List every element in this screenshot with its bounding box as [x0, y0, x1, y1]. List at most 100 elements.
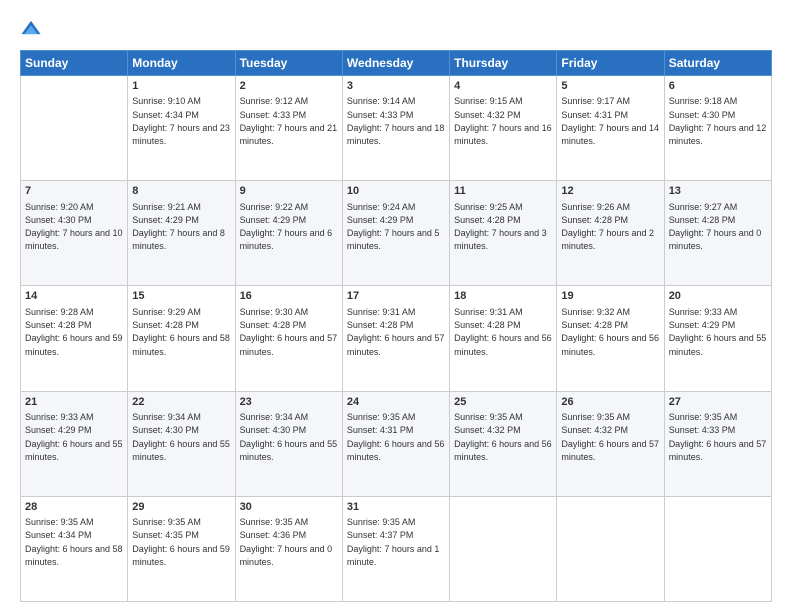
day-number: 14 [25, 289, 123, 304]
day-number: 4 [454, 79, 552, 94]
calendar-cell: 4 Sunrise: 9:15 AMSunset: 4:32 PMDaylight… [450, 76, 557, 181]
calendar-cell [21, 76, 128, 181]
day-info: Sunrise: 9:27 AMSunset: 4:28 PMDaylight:… [669, 202, 762, 252]
day-info: Sunrise: 9:15 AMSunset: 4:32 PMDaylight:… [454, 96, 552, 146]
day-number: 24 [347, 395, 445, 410]
day-info: Sunrise: 9:35 AMSunset: 4:32 PMDaylight:… [561, 412, 659, 462]
calendar-cell: 18Sunrise: 9:31 AMSunset: 4:28 PMDayligh… [450, 286, 557, 391]
week-row-1: 7 Sunrise: 9:20 AMSunset: 4:30 PMDaylight… [21, 181, 772, 286]
day-info: Sunrise: 9:18 AMSunset: 4:30 PMDaylight:… [669, 96, 767, 146]
calendar-cell: 3 Sunrise: 9:14 AMSunset: 4:33 PMDaylight… [342, 76, 449, 181]
col-header-friday: Friday [557, 51, 664, 76]
day-number: 22 [132, 395, 230, 410]
day-number: 20 [669, 289, 767, 304]
day-number: 29 [132, 500, 230, 515]
col-header-thursday: Thursday [450, 51, 557, 76]
day-info: Sunrise: 9:30 AMSunset: 4:28 PMDaylight:… [240, 307, 338, 357]
calendar-cell: 25Sunrise: 9:35 AMSunset: 4:32 PMDayligh… [450, 391, 557, 496]
calendar-cell: 16 Sunrise: 9:30 AMSunset: 4:28 PMDayligh… [235, 286, 342, 391]
day-info: Sunrise: 9:35 AMSunset: 4:37 PMDaylight:… [347, 517, 440, 567]
day-number: 11 [454, 184, 552, 199]
day-info: Sunrise: 9:35 AMSunset: 4:32 PMDaylight:… [454, 412, 552, 462]
day-number: 28 [25, 500, 123, 515]
day-info: Sunrise: 9:20 AMSunset: 4:30 PMDaylight:… [25, 202, 123, 252]
day-info: Sunrise: 9:17 AMSunset: 4:31 PMDaylight:… [561, 96, 659, 146]
day-number: 2 [240, 79, 338, 94]
day-info: Sunrise: 9:21 AMSunset: 4:29 PMDaylight:… [132, 202, 225, 252]
calendar-table: SundayMondayTuesdayWednesdayThursdayFrid… [20, 50, 772, 602]
day-info: Sunrise: 9:35 AMSunset: 4:33 PMDaylight:… [669, 412, 767, 462]
day-info: Sunrise: 9:29 AMSunset: 4:28 PMDaylight:… [132, 307, 230, 357]
day-number: 16 [240, 289, 338, 304]
day-number: 3 [347, 79, 445, 94]
day-info: Sunrise: 9:24 AMSunset: 4:29 PMDaylight:… [347, 202, 440, 252]
day-number: 10 [347, 184, 445, 199]
calendar-cell: 24 Sunrise: 9:35 AMSunset: 4:31 PMDayligh… [342, 391, 449, 496]
week-row-2: 14 Sunrise: 9:28 AMSunset: 4:28 PMDayligh… [21, 286, 772, 391]
day-number: 21 [25, 395, 123, 410]
calendar-cell: 9 Sunrise: 9:22 AMSunset: 4:29 PMDaylight… [235, 181, 342, 286]
day-info: Sunrise: 9:26 AMSunset: 4:28 PMDaylight:… [561, 202, 654, 252]
calendar-cell: 21 Sunrise: 9:33 AMSunset: 4:29 PMDayligh… [21, 391, 128, 496]
calendar-cell: 30 Sunrise: 9:35 AMSunset: 4:36 PMDayligh… [235, 496, 342, 601]
calendar-cell: 22 Sunrise: 9:34 AMSunset: 4:30 PMDayligh… [128, 391, 235, 496]
day-info: Sunrise: 9:31 AMSunset: 4:28 PMDaylight:… [454, 307, 552, 357]
calendar-cell: 5 Sunrise: 9:17 AMSunset: 4:31 PMDaylight… [557, 76, 664, 181]
day-info: Sunrise: 9:33 AMSunset: 4:29 PMDaylight:… [669, 307, 767, 357]
calendar-cell: 19Sunrise: 9:32 AMSunset: 4:28 PMDayligh… [557, 286, 664, 391]
day-info: Sunrise: 9:32 AMSunset: 4:28 PMDaylight:… [561, 307, 659, 357]
day-number: 26 [561, 395, 659, 410]
calendar-cell [450, 496, 557, 601]
calendar-cell: 10 Sunrise: 9:24 AMSunset: 4:29 PMDayligh… [342, 181, 449, 286]
day-number: 31 [347, 500, 445, 515]
day-info: Sunrise: 9:28 AMSunset: 4:28 PMDaylight:… [25, 307, 123, 357]
day-number: 15 [132, 289, 230, 304]
col-header-saturday: Saturday [664, 51, 771, 76]
week-row-4: 28 Sunrise: 9:35 AMSunset: 4:34 PMDayligh… [21, 496, 772, 601]
day-number: 6 [669, 79, 767, 94]
calendar-cell: 8 Sunrise: 9:21 AMSunset: 4:29 PMDaylight… [128, 181, 235, 286]
calendar-cell: 17 Sunrise: 9:31 AMSunset: 4:28 PMDayligh… [342, 286, 449, 391]
day-number: 17 [347, 289, 445, 304]
day-number: 9 [240, 184, 338, 199]
day-number: 5 [561, 79, 659, 94]
logo [20, 18, 46, 40]
calendar-cell: 15 Sunrise: 9:29 AMSunset: 4:28 PMDayligh… [128, 286, 235, 391]
header [20, 18, 772, 40]
day-number: 13 [669, 184, 767, 199]
calendar-cell: 1Sunrise: 9:10 AMSunset: 4:34 PMDaylight… [128, 76, 235, 181]
col-header-sunday: Sunday [21, 51, 128, 76]
day-info: Sunrise: 9:14 AMSunset: 4:33 PMDaylight:… [347, 96, 445, 146]
calendar-cell [557, 496, 664, 601]
column-header-row: SundayMondayTuesdayWednesdayThursdayFrid… [21, 51, 772, 76]
day-info: Sunrise: 9:35 AMSunset: 4:36 PMDaylight:… [240, 517, 333, 567]
day-number: 8 [132, 184, 230, 199]
day-info: Sunrise: 9:35 AMSunset: 4:31 PMDaylight:… [347, 412, 445, 462]
col-header-tuesday: Tuesday [235, 51, 342, 76]
day-number: 27 [669, 395, 767, 410]
col-header-wednesday: Wednesday [342, 51, 449, 76]
calendar-cell: 29Sunrise: 9:35 AMSunset: 4:35 PMDayligh… [128, 496, 235, 601]
calendar-cell: 26 Sunrise: 9:35 AMSunset: 4:32 PMDayligh… [557, 391, 664, 496]
day-info: Sunrise: 9:34 AMSunset: 4:30 PMDaylight:… [240, 412, 338, 462]
calendar-cell: 27 Sunrise: 9:35 AMSunset: 4:33 PMDayligh… [664, 391, 771, 496]
day-info: Sunrise: 9:33 AMSunset: 4:29 PMDaylight:… [25, 412, 123, 462]
day-info: Sunrise: 9:34 AMSunset: 4:30 PMDaylight:… [132, 412, 230, 462]
calendar-cell: 12Sunrise: 9:26 AMSunset: 4:28 PMDayligh… [557, 181, 664, 286]
day-info: Sunrise: 9:22 AMSunset: 4:29 PMDaylight:… [240, 202, 333, 252]
calendar-cell: 28 Sunrise: 9:35 AMSunset: 4:34 PMDayligh… [21, 496, 128, 601]
week-row-0: 1Sunrise: 9:10 AMSunset: 4:34 PMDaylight… [21, 76, 772, 181]
logo-icon [20, 18, 42, 40]
calendar-cell: 23 Sunrise: 9:34 AMSunset: 4:30 PMDayligh… [235, 391, 342, 496]
calendar-cell: 20 Sunrise: 9:33 AMSunset: 4:29 PMDayligh… [664, 286, 771, 391]
day-number: 7 [25, 184, 123, 199]
day-info: Sunrise: 9:35 AMSunset: 4:34 PMDaylight:… [25, 517, 123, 567]
calendar-cell: 11Sunrise: 9:25 AMSunset: 4:28 PMDayligh… [450, 181, 557, 286]
day-info: Sunrise: 9:31 AMSunset: 4:28 PMDaylight:… [347, 307, 445, 357]
calendar-cell [664, 496, 771, 601]
day-number: 30 [240, 500, 338, 515]
day-info: Sunrise: 9:12 AMSunset: 4:33 PMDaylight:… [240, 96, 338, 146]
day-number: 23 [240, 395, 338, 410]
day-info: Sunrise: 9:10 AMSunset: 4:34 PMDaylight:… [132, 96, 230, 146]
calendar-cell: 13 Sunrise: 9:27 AMSunset: 4:28 PMDayligh… [664, 181, 771, 286]
